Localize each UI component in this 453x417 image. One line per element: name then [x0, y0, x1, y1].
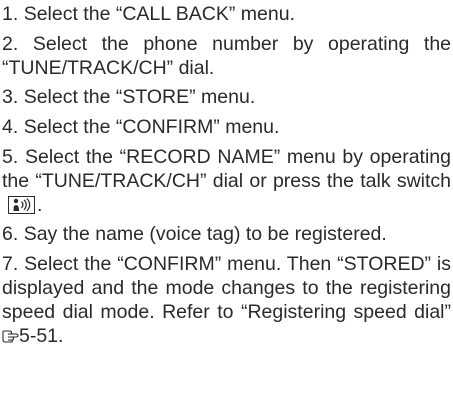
step-text: Select the “CONFIRM” menu.	[23, 116, 280, 139]
page-reference: 5-51.	[19, 324, 64, 347]
step-number: 1.	[2, 3, 19, 25]
instruction-list: 1. Select the “CALL BACK” menu. 2. Selec…	[0, 0, 453, 417]
step-text: Select the “CONFIRM” menu. Then “STORED”…	[2, 253, 451, 323]
step-2: 2. Select the phone number by operating …	[2, 33, 451, 81]
step-text: Select the “STORE” menu.	[23, 86, 256, 109]
step-1: 1. Select the “CALL BACK” menu.	[2, 3, 451, 27]
step-text: Say the name (voice tag) to be registere…	[23, 223, 387, 246]
step-number: 6.	[2, 223, 19, 246]
step-text: Select the “CALL BACK” menu.	[23, 3, 296, 25]
step-text: Select the “RECORD NAME” menu by operati…	[2, 145, 451, 192]
step-7: 7. Select the “CONFIRM” menu. Then “STOR…	[2, 253, 451, 348]
step-6: 6. Say the name (voice tag) to be regist…	[2, 223, 451, 247]
step-number: 7.	[2, 253, 19, 276]
step-text-end: .	[37, 193, 43, 216]
step-number: 2.	[2, 32, 19, 55]
step-number: 4.	[2, 116, 19, 139]
page-reference-icon	[2, 330, 19, 343]
step-4: 4. Select the “CONFIRM” menu.	[2, 116, 451, 140]
step-3: 3. Select the “STORE” menu.	[2, 86, 451, 110]
step-number: 5.	[2, 145, 19, 168]
step-5: 5. Select the “RECORD NAME” menu by oper…	[2, 146, 451, 217]
step-number: 3.	[2, 86, 19, 109]
step-text: Select the phone number by operating the…	[2, 32, 452, 79]
talk-switch-icon	[8, 195, 35, 214]
